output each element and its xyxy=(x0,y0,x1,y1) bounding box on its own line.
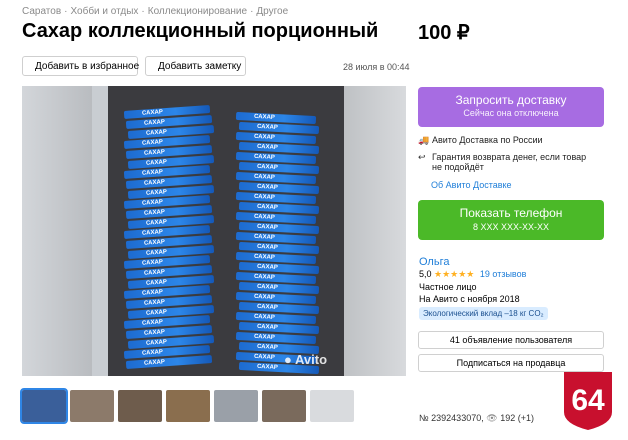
breadcrumb-item-city[interactable]: Саратов xyxy=(22,6,61,17)
seller-rating: 5,0 ★★★★★ 19 отзывов xyxy=(419,269,526,280)
guarantee-text: Гарантия возврата денег, если товар не по… xyxy=(432,152,586,172)
request-delivery-button[interactable]: Запросить доставку Сейчас она отключена xyxy=(418,87,604,127)
thumbnail-7[interactable] xyxy=(310,390,354,422)
show-phone-button[interactable]: Показать телефон 8 XXX XXX-XX-XX xyxy=(418,200,604,240)
delivery-button-label: Запросить доставку xyxy=(455,93,567,107)
listing-meta: № 2392433070, 👁 192 (+1) xyxy=(419,413,534,424)
return-icon: ↩ xyxy=(418,152,426,162)
view-count: 192 (+1) xyxy=(500,413,534,423)
breadcrumb: Саратов · Хобби и отдых · Коллекционирование… xyxy=(22,6,289,17)
note-label: Добавить заметку xyxy=(158,60,242,72)
thumbnail-6[interactable] xyxy=(262,390,306,422)
avito-watermark: ● Avito xyxy=(284,352,327,367)
publication-date: 28 июля в 00:44 xyxy=(343,62,410,72)
camera-icon: ● xyxy=(284,352,292,367)
eco-badge[interactable]: Экологический вклад –18 кг CO₂ xyxy=(419,307,548,320)
delivery-info-text: Авито Доставка по России xyxy=(432,135,543,145)
eye-icon: 👁 xyxy=(486,413,498,423)
seller-name[interactable]: Ольга xyxy=(419,256,449,268)
seller-type: Частное лицо xyxy=(419,282,477,292)
delivery-button-sublabel: Сейчас она отключена xyxy=(463,108,559,118)
main-photo[interactable]: САХАР САХАР САХАР САХАР САХАР САХАР САХАР САХАР… xyxy=(22,86,406,376)
breadcrumb-item-other[interactable]: Другое xyxy=(256,6,288,17)
add-note-button[interactable]: Добавить заметку xyxy=(145,56,246,76)
photo-content: САХАР САХАР САХАР САХАР САХАР САХАР САХАР САХАР… xyxy=(108,86,344,376)
thumbnail-1[interactable] xyxy=(20,388,68,424)
breadcrumb-item-hobby[interactable]: Хобби и отдых xyxy=(70,6,138,17)
star-icons: ★★★★★ xyxy=(434,269,475,279)
seller-since: На Авито с ноября 2018 xyxy=(419,294,520,304)
thumbnail-2[interactable] xyxy=(70,390,114,422)
site-logo-64: 64 xyxy=(564,372,612,430)
guarantee-line-1: Гарантия возврата денег, если товар xyxy=(432,152,587,162)
guarantee-info-row: ↩ Гарантия возврата денег, если товар не … xyxy=(418,152,586,172)
watermark-label: Avito xyxy=(295,352,328,367)
about-delivery-link[interactable]: Об Авито Доставке xyxy=(431,180,512,190)
logo-text: 64 xyxy=(571,384,605,417)
reviews-link[interactable]: 19 отзывов xyxy=(480,269,527,279)
listing-id: № 2392433070, xyxy=(419,413,484,423)
add-to-favorites-button[interactable]: Добавить в избранное xyxy=(22,56,140,76)
thumbnail-5[interactable] xyxy=(214,390,258,422)
phone-button-label: Показать телефон xyxy=(459,206,563,220)
favorites-label: Добавить в избранное xyxy=(35,60,140,72)
thumbnail-strip xyxy=(20,388,354,424)
thumbnail-3[interactable] xyxy=(118,390,162,422)
truck-icon: 🚚 xyxy=(418,135,430,145)
guarantee-line-2: не подойдёт xyxy=(432,162,484,172)
user-ads-button[interactable]: 41 объявление пользователя xyxy=(418,331,604,349)
breadcrumb-item-collecting[interactable]: Коллекционирование xyxy=(148,6,247,17)
photo-blur-left xyxy=(22,86,92,376)
price: 100 ₽ xyxy=(418,22,470,44)
page-title: Сахар коллекционный порционный xyxy=(22,20,379,42)
rating-value: 5,0 xyxy=(419,269,432,279)
delivery-info-row: 🚚 Авито Доставка по России xyxy=(418,135,543,146)
thumbnail-4[interactable] xyxy=(166,390,210,422)
phone-button-sublabel: 8 XXX XXX-XX-XX xyxy=(472,222,550,232)
